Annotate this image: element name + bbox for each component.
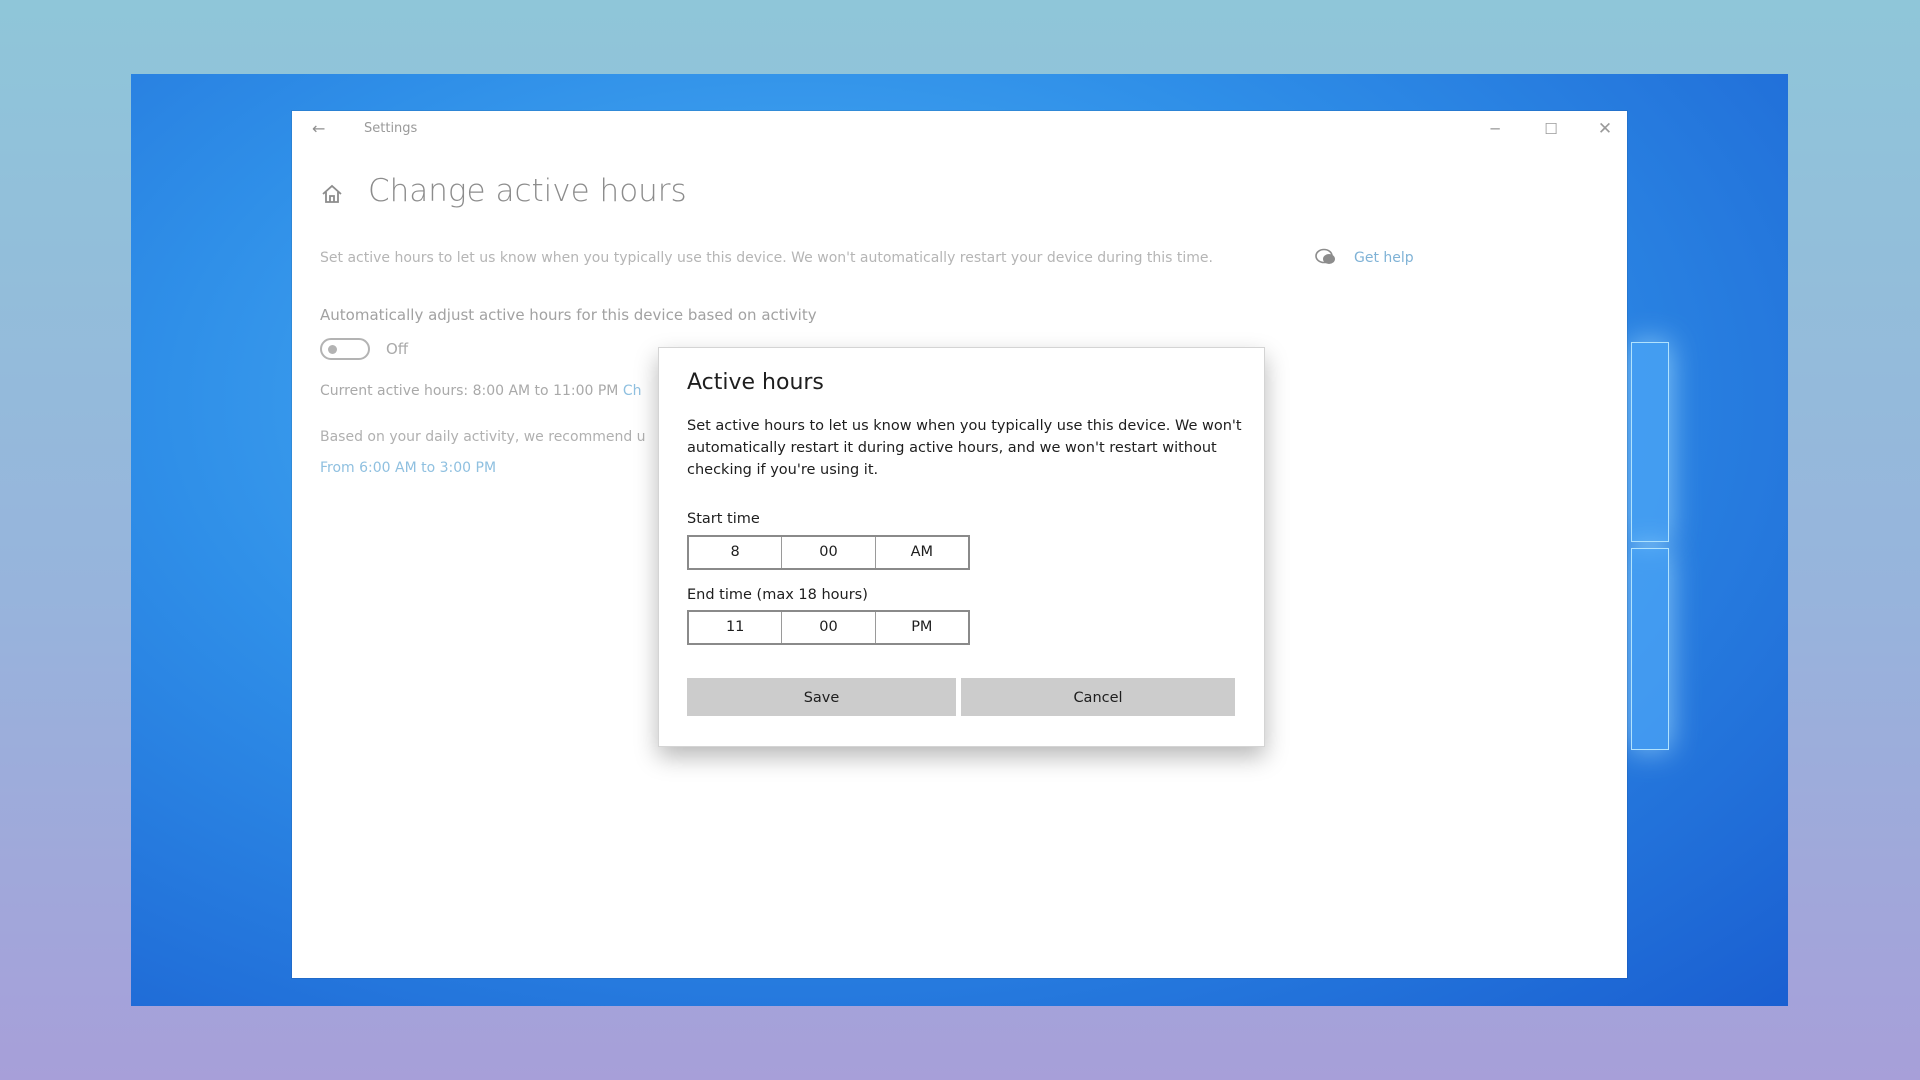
settings-window: ← Settings ─ ☐ ✕ Change active hours Set… — [292, 111, 1627, 978]
close-button[interactable]: ✕ — [1585, 117, 1625, 141]
save-button[interactable]: Save — [687, 678, 956, 716]
start-minute[interactable]: 00 — [782, 537, 876, 568]
page-description: Set active hours to let us know when you… — [320, 250, 1213, 266]
start-period[interactable]: AM — [876, 537, 968, 568]
active-hours-dialog: Active hours Set active hours to let us … — [658, 347, 1265, 747]
end-time-label: End time (max 18 hours) — [687, 587, 868, 603]
windows-logo-tile-bottom — [1631, 548, 1669, 750]
change-hours-link[interactable]: Ch — [623, 383, 642, 399]
title-bar: ← Settings ─ ☐ ✕ — [292, 111, 1627, 147]
end-minute[interactable]: 00 — [782, 612, 876, 643]
auto-adjust-label: Automatically adjust active hours for th… — [320, 306, 817, 324]
start-time-picker[interactable]: 8 00 AM — [687, 535, 970, 570]
desktop-background: ← Settings ─ ☐ ✕ Change active hours Set… — [131, 74, 1788, 1006]
start-hour[interactable]: 8 — [689, 537, 783, 568]
end-time-picker[interactable]: 11 00 PM — [687, 610, 970, 645]
toggle-state-label: Off — [386, 340, 409, 358]
current-active-hours-text: Current active hours: 8:00 AM to 11:00 P… — [320, 383, 619, 399]
auto-adjust-toggle[interactable] — [320, 338, 370, 360]
maximize-button[interactable]: ☐ — [1531, 117, 1571, 141]
minimize-button[interactable]: ─ — [1475, 117, 1515, 141]
get-help-link[interactable]: Get help — [1354, 250, 1414, 266]
dialog-title: Active hours — [687, 370, 824, 395]
recommendation-text: Based on your daily activity, we recomme… — [320, 429, 646, 445]
page-title: Change active hours — [368, 173, 687, 209]
back-arrow-icon[interactable]: ← — [312, 119, 334, 139]
cancel-button[interactable]: Cancel — [961, 678, 1235, 716]
start-time-label: Start time — [687, 511, 760, 527]
end-period[interactable]: PM — [876, 612, 968, 643]
window-title: Settings — [364, 121, 418, 136]
current-active-hours: Current active hours: 8:00 AM to 11:00 P… — [320, 383, 642, 399]
chat-help-icon[interactable] — [1315, 248, 1337, 266]
recommended-hours-link[interactable]: From 6:00 AM to 3:00 PM — [320, 460, 496, 476]
home-icon[interactable] — [320, 182, 344, 206]
toggle-knob — [328, 345, 337, 354]
end-hour[interactable]: 11 — [689, 612, 783, 643]
dialog-description: Set active hours to let us know when you… — [687, 418, 1242, 478]
windows-logo-tile-top — [1631, 342, 1669, 542]
